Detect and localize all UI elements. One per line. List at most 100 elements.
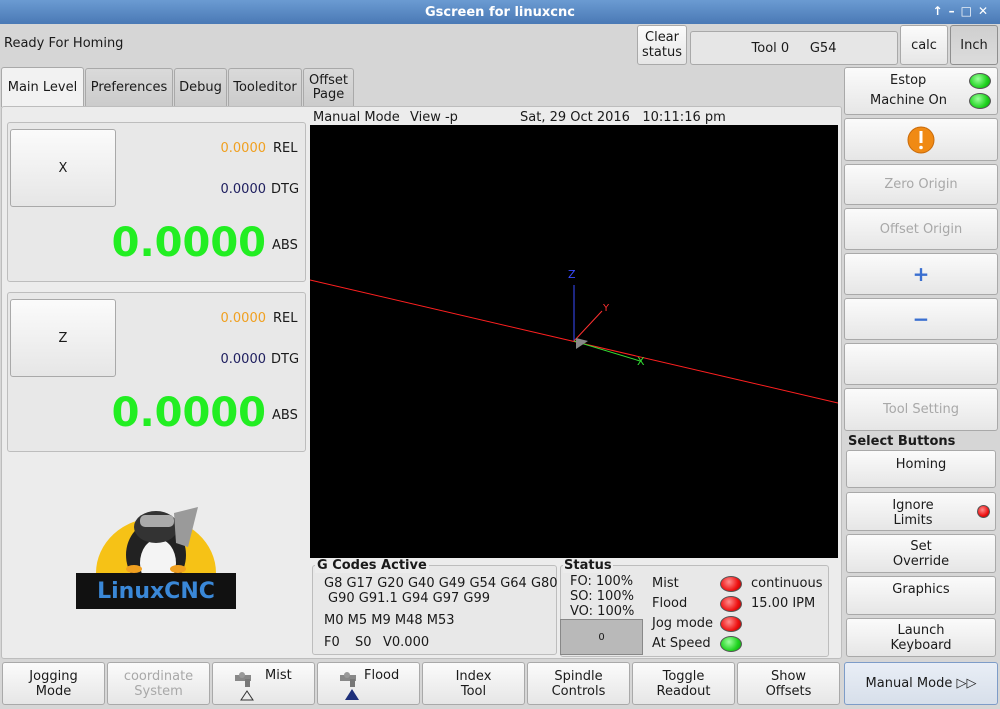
show-offsets-label-2: Offsets xyxy=(765,683,812,699)
tab-offset-page[interactable]: Offset Page xyxy=(303,68,354,106)
window-up-icon[interactable]: ↑ xyxy=(933,4,949,18)
graphics-button[interactable]: Graphics xyxy=(846,576,996,615)
axis-label-y: Y xyxy=(602,303,610,314)
axis-x-button[interactable]: X xyxy=(10,129,116,207)
launch-keyboard-button[interactable]: Launch Keyboard xyxy=(846,618,996,657)
calc-button[interactable]: calc xyxy=(900,25,948,65)
tab-preferences[interactable]: Preferences xyxy=(85,68,173,106)
coordinate-system-button[interactable]: coordinate System xyxy=(107,662,210,705)
jog-mode-label: Jog mode xyxy=(652,616,714,631)
tab-offset-page-label-2: Page xyxy=(312,86,345,102)
graphics-mode: Manual Mode xyxy=(313,110,400,125)
coordinate-system-label-1: coordinate xyxy=(123,668,194,684)
offset-origin-button[interactable]: Offset Origin xyxy=(844,208,998,250)
toggle-readout-button[interactable]: Toggle Readout xyxy=(632,662,735,705)
ignore-limits-button[interactable]: Ignore Limits xyxy=(846,492,996,531)
x-abs-label: ABS xyxy=(272,238,298,253)
minimize-icon[interactable]: – xyxy=(949,4,961,18)
jogging-mode-label-2: Mode xyxy=(35,683,72,699)
status-title: Status xyxy=(563,558,613,573)
show-offsets-button[interactable]: Show Offsets xyxy=(737,662,840,705)
tool-cone-icon xyxy=(576,338,588,349)
jogging-mode-label-1: Jogging xyxy=(29,668,78,684)
window-title: Gscreen for linuxcnc xyxy=(425,4,575,20)
estop-machine-panel[interactable]: Estop Machine On xyxy=(844,67,998,115)
graphics-view: View -p xyxy=(410,110,458,125)
clear-status-label-2: status xyxy=(642,45,682,60)
homing-button[interactable]: Homing xyxy=(846,450,996,488)
axis-z-button[interactable]: Z xyxy=(10,299,116,377)
mist-button-label: Mist xyxy=(265,668,292,683)
select-buttons-title: Select Buttons xyxy=(848,434,956,449)
jog-rate: 15.00 IPM xyxy=(751,596,816,611)
index-tool-button[interactable]: Index Tool xyxy=(422,662,525,705)
warning-icon xyxy=(907,126,935,153)
maximize-icon[interactable]: □ xyxy=(961,4,978,18)
flood-tap-icon xyxy=(340,672,359,700)
axis-label-z: Z xyxy=(568,268,576,281)
index-tool-label-2: Tool xyxy=(460,683,487,699)
clear-status-label-1: Clear xyxy=(645,30,679,45)
x-rel-value: 0.0000 xyxy=(220,141,267,156)
toggle-readout-label-2: Readout xyxy=(656,683,711,699)
tool-setting-button[interactable]: Tool Setting xyxy=(844,388,998,431)
jogging-mode-button[interactable]: Jogging Mode xyxy=(2,662,105,705)
tool-info-text: Tool 0 G54 xyxy=(751,40,837,56)
velocity-override: VO: 100% xyxy=(570,604,635,619)
mist-tap-icon xyxy=(235,672,254,701)
linuxcnc-logo: LinuxCNC xyxy=(76,503,236,609)
tab-offset-page-label-1: Offset xyxy=(308,72,349,88)
at-speed-label: At Speed xyxy=(652,636,711,651)
estop-led xyxy=(969,73,991,89)
graphics-viewport[interactable]: Z Y X xyxy=(309,125,839,558)
speed-value: S0 xyxy=(355,635,372,650)
tab-main-level[interactable]: Main Level xyxy=(1,67,84,107)
tab-debug[interactable]: Debug xyxy=(174,68,227,106)
jog-plus-button[interactable]: + xyxy=(844,253,998,295)
inch-button[interactable]: Inch xyxy=(950,25,998,65)
estop-label: Estop xyxy=(890,73,927,88)
jog-type: continuous xyxy=(751,576,823,591)
tab-tooleditor[interactable]: Tooleditor xyxy=(228,68,302,106)
launch-keyboard-label-1: Launch xyxy=(897,622,945,638)
dro-x-panel: X 0.0000 REL 0.0000 DTG 0.0000 ABS xyxy=(7,122,306,282)
gcodes-line-1: G8 G17 G20 G40 G49 G54 G64 G80 xyxy=(324,576,558,591)
mist-button[interactable]: Mist xyxy=(212,662,315,705)
velocity-value: V0.000 xyxy=(383,635,430,650)
spindle-speed-display: 0 xyxy=(560,619,643,655)
mist-status-led xyxy=(720,576,742,592)
x-abs-value: 0.0000 xyxy=(111,220,266,266)
close-icon[interactable]: ✕ xyxy=(978,4,994,18)
spindle-controls-button[interactable]: Spindle Controls xyxy=(527,662,630,705)
x-rel-label: REL xyxy=(273,141,298,156)
index-tool-label-1: Index xyxy=(455,668,492,684)
jog-minus-button[interactable]: − xyxy=(844,298,998,340)
z-dtg-label: DTG xyxy=(271,352,300,367)
mcodes-line: M0 M5 M9 M48 M53 xyxy=(324,613,455,628)
window-controls[interactable]: ↑–□✕ xyxy=(933,4,994,18)
show-offsets-label-1: Show xyxy=(770,668,807,684)
z-dtg-value: 0.0000 xyxy=(220,352,267,367)
launch-keyboard-label-2: Keyboard xyxy=(890,637,952,653)
z-rel-label: REL xyxy=(273,311,298,326)
toolpath-plot: Z Y X xyxy=(309,268,839,404)
flood-status-led xyxy=(720,596,742,612)
clear-status-button[interactable]: Clear status xyxy=(637,25,687,65)
blank-button[interactable] xyxy=(844,343,998,385)
set-override-button[interactable]: Set Override xyxy=(846,534,996,573)
alarm-button[interactable] xyxy=(844,118,998,161)
manual-mode-button[interactable]: Manual Mode ▷▷ xyxy=(844,662,998,705)
logo-text: LinuxCNC xyxy=(76,573,236,609)
status-message: Ready For Homing xyxy=(4,36,124,51)
zero-origin-button[interactable]: Zero Origin xyxy=(844,164,998,205)
spindle-controls-label-2: Controls xyxy=(551,683,606,699)
flood-button-label: Flood xyxy=(364,668,400,683)
tool-info-display: Tool 0 G54 xyxy=(690,31,898,65)
ignore-limits-label-1: Ignore xyxy=(892,498,934,513)
jog-mode-led xyxy=(720,616,742,632)
flood-button[interactable]: Flood xyxy=(317,662,420,705)
gcodes-line-2: G90 G91.1 G94 G97 G99 xyxy=(328,591,491,606)
spindle-override: SO: 100% xyxy=(570,589,634,604)
gcodes-title: G Codes Active xyxy=(315,558,429,573)
set-override-label-1: Set xyxy=(910,538,932,554)
